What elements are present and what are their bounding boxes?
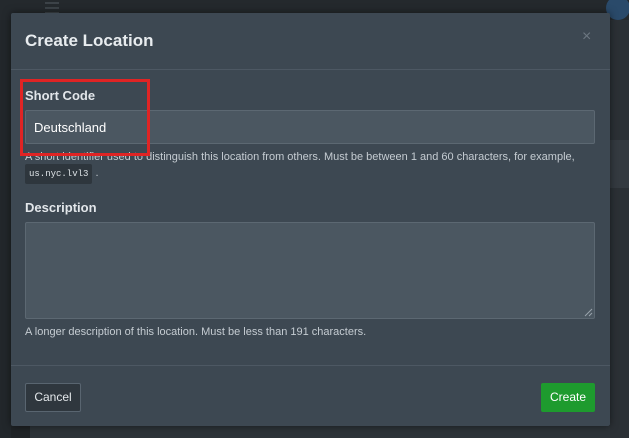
help-suffix: . [95, 167, 99, 179]
description-help: A longer description of this location. M… [25, 326, 367, 338]
resize-grip-icon[interactable] [584, 308, 593, 317]
modal-header: Create Location × [11, 13, 610, 70]
modal-footer: Cancel Create [11, 365, 610, 426]
short-code-input[interactable] [25, 110, 595, 144]
short-code-label: Short Code [25, 88, 96, 103]
example-code: us.nyc.lvl3 [25, 164, 93, 184]
close-icon[interactable]: × [582, 29, 596, 45]
app-bottom-edge [30, 426, 610, 438]
description-label: Description [25, 200, 97, 215]
short-code-help-text: A short identifier used to distinguish t… [25, 151, 575, 163]
app-sidebar [0, 20, 11, 438]
create-location-modal: Create Location × Short Code A short ide… [11, 13, 610, 426]
app-content-edge [610, 20, 629, 438]
create-button[interactable]: Create [541, 383, 595, 412]
modal-title: Create Location [25, 31, 154, 50]
cancel-button[interactable]: Cancel [25, 383, 81, 412]
description-textarea[interactable] [25, 222, 595, 319]
short-code-help: A short identifier used to distinguish t… [25, 150, 600, 184]
